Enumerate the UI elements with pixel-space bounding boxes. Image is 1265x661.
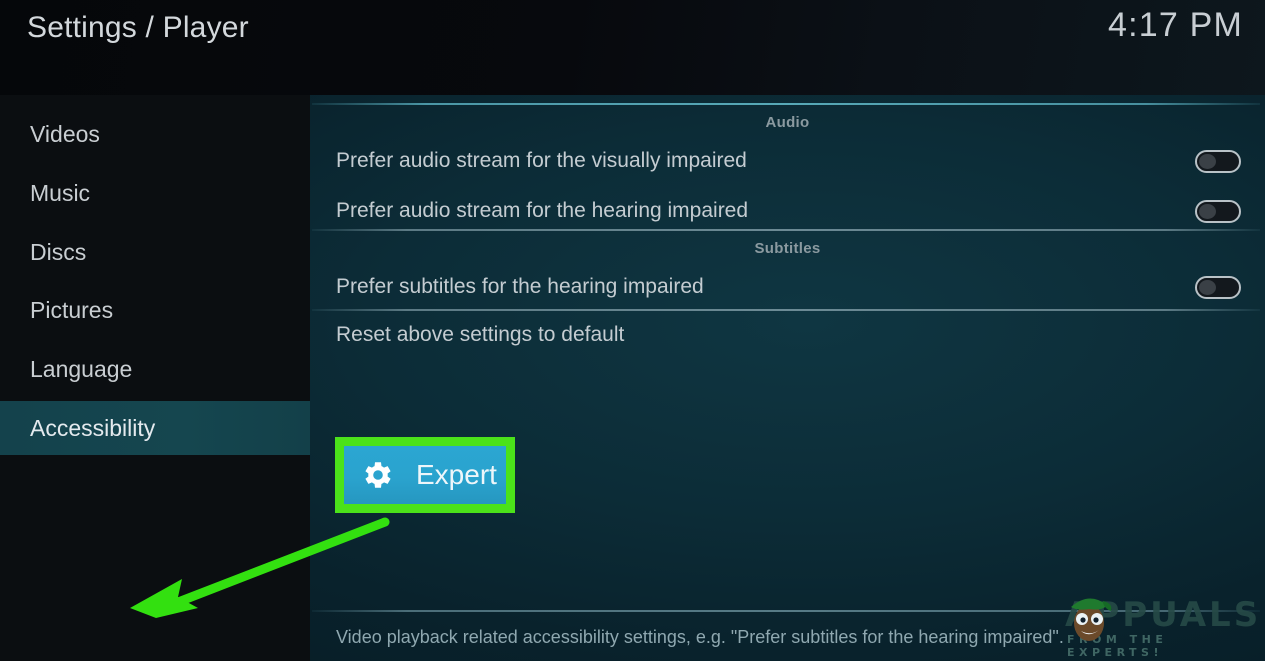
sidebar-item-music[interactable]: Music bbox=[0, 166, 310, 220]
toggle-knob bbox=[1199, 279, 1216, 295]
clock: 4:17 PM bbox=[1107, 6, 1243, 44]
toggle-knob bbox=[1199, 203, 1216, 219]
sidebar-item-accessibility[interactable]: Accessibility bbox=[0, 401, 310, 455]
setting-label: Prefer audio stream for the visually imp… bbox=[336, 149, 747, 172]
section-heading-audio: Audio bbox=[765, 114, 810, 131]
sidebar-item-label: Music bbox=[30, 179, 91, 206]
expert-button-label: Expert bbox=[416, 459, 497, 490]
setting-row-reset-to-default[interactable]: Reset above settings to default bbox=[310, 311, 1265, 359]
gear-icon bbox=[360, 457, 396, 493]
content-top-divider bbox=[312, 103, 1260, 105]
settings-category-sidebar: Videos Music Discs Pictures Language Acc… bbox=[0, 95, 310, 661]
section-divider bbox=[312, 229, 1260, 231]
toggle-prefer-audio-visually-impaired[interactable] bbox=[1195, 149, 1241, 173]
setting-label: Prefer subtitles for the hearing impaire… bbox=[336, 275, 704, 298]
section-heading-subtitles: Subtitles bbox=[754, 240, 821, 257]
setting-label: Reset above settings to default bbox=[336, 323, 625, 346]
setting-row-prefer-audio-hearing-impaired[interactable]: Prefer audio stream for the hearing impa… bbox=[310, 187, 1265, 235]
sidebar-item-label: Discs bbox=[30, 238, 87, 265]
sidebar-item-language[interactable]: Language bbox=[0, 342, 310, 396]
toggle-knob bbox=[1199, 153, 1216, 169]
window-header: Settings / Player 4:17 PM bbox=[0, 0, 1265, 95]
sidebar-item-label: Accessibility bbox=[30, 414, 156, 441]
setting-row-prefer-audio-visually-impaired[interactable]: Prefer audio stream for the visually imp… bbox=[310, 137, 1265, 185]
sidebar-item-videos[interactable]: Videos bbox=[0, 107, 310, 161]
setting-row-prefer-subtitles-hearing-impaired[interactable]: Prefer subtitles for the hearing impaire… bbox=[310, 263, 1265, 311]
sidebar-item-label: Videos bbox=[30, 120, 100, 147]
sidebar-item-label: Pictures bbox=[30, 296, 114, 323]
toggle-prefer-subtitles-hearing-impaired[interactable] bbox=[1195, 275, 1241, 299]
expert-button-zoomed[interactable]: Expert bbox=[344, 446, 506, 504]
sidebar-item-label: Language bbox=[30, 355, 133, 382]
toggle-prefer-audio-hearing-impaired[interactable] bbox=[1195, 199, 1241, 223]
sidebar-item-discs[interactable]: Discs bbox=[0, 225, 310, 279]
footer-divider bbox=[312, 610, 1260, 612]
setting-label: Prefer audio stream for the hearing impa… bbox=[336, 199, 749, 222]
settings-content-panel: Audio Prefer audio stream for the visual… bbox=[310, 95, 1265, 661]
setting-help-text: Video playback related accessibility set… bbox=[336, 627, 1064, 647]
sidebar-item-pictures[interactable]: Pictures bbox=[0, 283, 310, 337]
kodi-settings-window: Settings / Player 4:17 PM Videos Music D… bbox=[0, 0, 1265, 661]
annotation-callout-expert: Expert bbox=[335, 437, 515, 513]
page-title: Settings / Player bbox=[27, 11, 249, 44]
